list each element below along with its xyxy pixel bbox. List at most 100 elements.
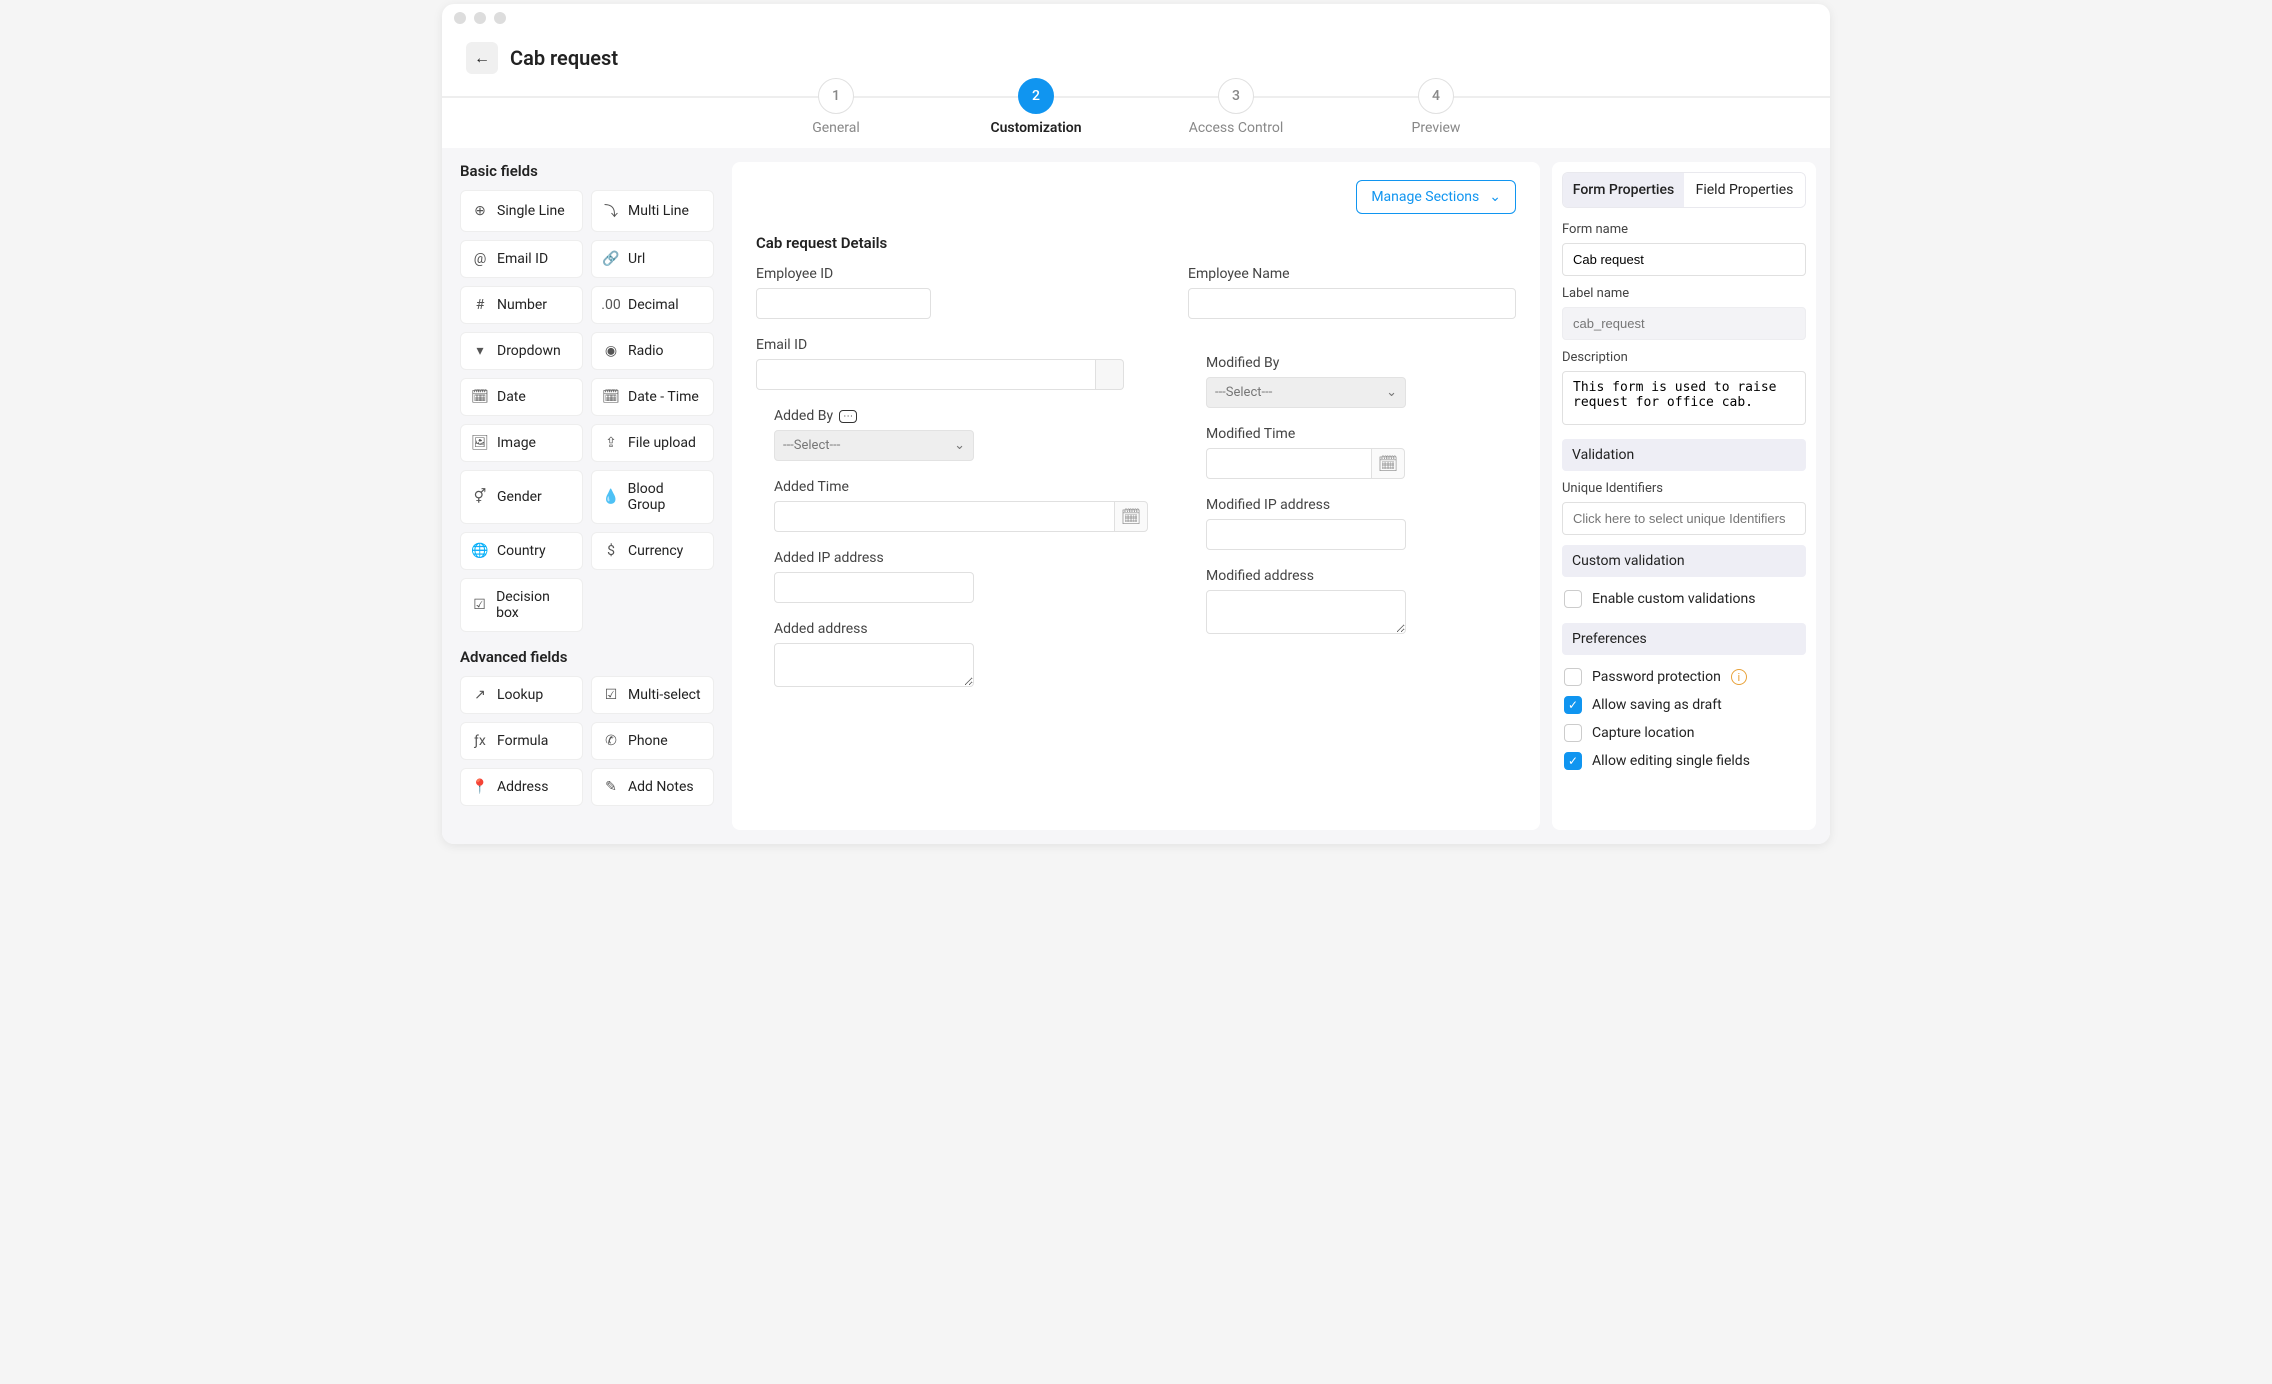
input-email-id[interactable] [756,359,1096,390]
field-icon: ⊕ [471,203,489,219]
field-type-single-line[interactable]: ⊕ Single Line [460,190,583,232]
pref-label: Allow saving as draft [1592,697,1722,713]
select-modified-by[interactable]: ---Select--- ⌄ [1206,377,1406,408]
field-label: Formula [497,733,548,749]
field-type-add-notes[interactable]: ✎ Add Notes [591,768,714,806]
step-number: 4 [1418,78,1454,114]
field-type-country[interactable]: 🌐 Country [460,532,583,570]
field-type-email-id[interactable]: @ Email ID [460,240,583,278]
checkbox-enable-custom-validations[interactable]: Enable custom validations [1562,585,1806,613]
calendar-icon[interactable]: 🗓 [1114,501,1148,532]
tab-form-properties[interactable]: Form Properties [1563,173,1684,207]
field-icon: ↗ [471,687,489,703]
field-label: Gender [497,489,542,505]
window-dot[interactable] [474,12,486,24]
field-type-date---time[interactable]: 🗓 Date - Time [591,378,714,416]
field-type-blood-group[interactable]: 💧 Blood Group [591,470,714,524]
field-type-phone[interactable]: ✆ Phone [591,722,714,760]
field-type-decision-box[interactable]: ☑ Decision box [460,578,583,632]
field-type-dropdown[interactable]: ▾ Dropdown [460,332,583,370]
pref-allow-editing-single-fields[interactable]: ✓ Allow editing single fields [1562,747,1806,775]
step-customization[interactable]: 2 Customization [981,78,1091,136]
chevron-down-icon: ⌄ [1489,189,1501,205]
calendar-icon[interactable]: 🗓 [1371,448,1405,479]
input-form-name[interactable] [1562,243,1806,276]
preferences-heading: Preferences [1562,623,1806,655]
step-number: 3 [1218,78,1254,114]
checkbox-icon: ✓ [1564,696,1582,714]
field-type-formula[interactable]: ƒx Formula [460,722,583,760]
field-type-number[interactable]: # Number [460,286,583,324]
pref-password-protection[interactable]: Password protection i [1562,663,1806,691]
manage-sections-button[interactable]: Manage Sections ⌄ [1356,180,1516,214]
input-unique-identifiers[interactable] [1562,502,1806,535]
label-added-ip: Added IP address [774,550,1148,566]
info-icon[interactable]: i [1731,669,1747,685]
field-type-gender[interactable]: ⚥ Gender [460,470,583,524]
field-icon: ⚥ [471,489,489,505]
form-section-title: Cab request Details [756,234,1516,252]
field-type-image[interactable]: 🖼 Image [460,424,583,462]
field-icon: 🖼 [471,435,489,451]
manage-sections-label: Manage Sections [1371,189,1479,205]
properties-panel: Form Properties Field Properties Form na… [1552,162,1816,830]
field-type-decimal[interactable]: .00 Decimal [591,286,714,324]
link-icon: ⋯ [839,410,857,423]
field-label: Multi-select [628,687,701,703]
checkbox-icon [1564,668,1582,686]
input-employee-id[interactable] [756,288,931,319]
label-added-by: Added By ⋯ [774,408,1148,424]
field-icon: 💧 [602,489,620,505]
back-button[interactable]: ← [466,42,498,74]
input-description[interactable] [1562,371,1806,425]
field-label: Radio [628,343,664,359]
properties-tabs: Form Properties Field Properties [1562,172,1806,208]
field-label: Single Line [497,203,565,219]
input-added-address[interactable] [774,643,974,687]
field-label: Url [628,251,645,267]
input-modified-time[interactable] [1206,448,1371,479]
window-dot[interactable] [454,12,466,24]
field-type-file-upload[interactable]: ⇪ File upload [591,424,714,462]
field-type-url[interactable]: 🔗 Url [591,240,714,278]
field-type-multi-line[interactable]: ⤵ Multi Line [591,190,714,232]
field-label: File upload [628,435,696,451]
input-modified-ip[interactable] [1206,519,1406,550]
step-number: 2 [1018,78,1054,114]
pref-capture-location[interactable]: Capture location [1562,719,1806,747]
pref-allow-saving-as-draft[interactable]: ✓ Allow saving as draft [1562,691,1806,719]
field-label: Decision box [496,589,572,621]
validation-heading: Validation [1562,439,1806,471]
page-header: ← Cab request [442,32,1830,78]
input-label-name [1562,307,1806,340]
input-employee-name[interactable] [1188,288,1516,319]
field-icon: 🌐 [471,543,489,559]
email-addon[interactable] [1096,359,1124,390]
label-employee-id: Employee ID [756,266,1148,282]
field-type-radio[interactable]: ◉ Radio [591,332,714,370]
basic-fields-title: Basic fields [460,162,714,180]
field-icon: ⇪ [602,435,620,451]
field-icon: ▾ [471,343,489,359]
input-modified-address[interactable] [1206,590,1406,634]
select-added-by[interactable]: ---Select--- ⌄ [774,430,974,461]
field-type-address[interactable]: 📍 Address [460,768,583,806]
window-titlebar [442,4,1830,32]
field-type-currency[interactable]: $ Currency [591,532,714,570]
field-type-multi-select[interactable]: ☑ Multi-select [591,676,714,714]
window-dot[interactable] [494,12,506,24]
field-label: Currency [628,543,683,559]
step-general[interactable]: 1 General [781,78,891,136]
label-modified-time: Modified Time [1206,426,1516,442]
form-canvas: Manage Sections ⌄ Cab request Details Em… [732,162,1540,830]
field-icon: ☑ [471,597,488,613]
input-added-time[interactable] [774,501,1114,532]
step-access-control[interactable]: 3 Access Control [1181,78,1291,136]
pref-label: Capture location [1592,725,1694,741]
chevron-down-icon: ⌄ [954,438,965,453]
tab-field-properties[interactable]: Field Properties [1684,173,1805,207]
field-type-lookup[interactable]: ↗ Lookup [460,676,583,714]
input-added-ip[interactable] [774,572,974,603]
field-type-date[interactable]: 🗓 Date [460,378,583,416]
step-preview[interactable]: 4 Preview [1381,78,1491,136]
